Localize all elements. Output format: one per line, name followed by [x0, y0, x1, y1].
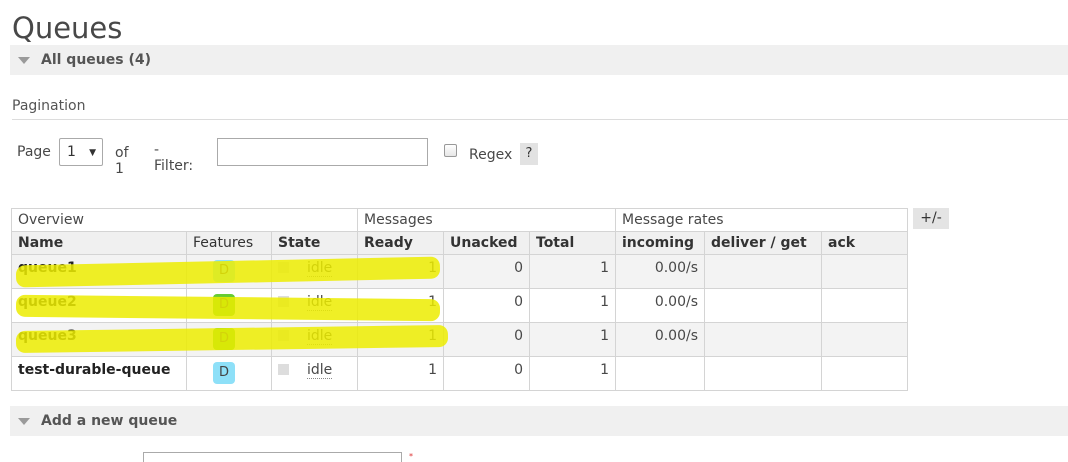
durable-badge[interactable]: D [213, 294, 235, 316]
ready-cell: 1 [357, 288, 444, 323]
total-cell: 1 [529, 322, 616, 357]
state-square-icon [278, 262, 289, 273]
state-text[interactable]: idle [307, 362, 333, 379]
features-cell: D [186, 254, 272, 289]
col-ready[interactable]: Ready [357, 231, 444, 255]
queues-table: Overview Messages Message rates Name Fea… [11, 208, 908, 391]
filter-input[interactable] [217, 138, 428, 166]
triangle-down-icon [18, 56, 30, 64]
deliver-get-cell [704, 322, 822, 357]
pagination-title: Pagination [12, 98, 86, 114]
state-text[interactable]: idle [307, 294, 333, 311]
col-deliver-get[interactable]: deliver / get [704, 231, 822, 255]
incoming-cell [615, 356, 705, 391]
total-cell: 1 [529, 254, 616, 289]
caret-down-icon: ▼ [89, 148, 96, 158]
col-state[interactable]: State [271, 231, 358, 255]
deliver-get-cell [704, 356, 822, 391]
features-cell: D [186, 322, 272, 357]
total-cell: 1 [529, 356, 616, 391]
state-cell: idle [271, 254, 358, 289]
incoming-cell: 0.00/s [615, 322, 705, 357]
page-label: Page [17, 144, 51, 160]
state-cell: idle [271, 288, 358, 323]
durable-badge[interactable]: D [213, 328, 235, 350]
page-title: Queues [12, 11, 123, 45]
col-incoming[interactable]: incoming [615, 231, 705, 255]
col-unacked[interactable]: Unacked [443, 231, 530, 255]
ready-cell: 1 [357, 356, 444, 391]
incoming-cell: 0.00/s [615, 288, 705, 323]
queue-name-link[interactable]: queue3 [11, 322, 187, 357]
page-select[interactable]: 1 ▼ [59, 138, 103, 166]
state-square-icon [278, 296, 289, 307]
state-square-icon [278, 364, 289, 375]
state-square-icon [278, 330, 289, 341]
column-toggle-button[interactable]: +/- [913, 208, 949, 229]
regex-label: Regex [469, 147, 513, 163]
regex-help-button[interactable]: ? [520, 143, 538, 165]
ack-cell [821, 288, 908, 323]
unacked-cell: 0 [443, 322, 530, 357]
state-cell: idle [271, 322, 358, 357]
queue-name-link[interactable]: queue2 [11, 288, 187, 323]
features-cell: D [186, 288, 272, 323]
unacked-cell: 0 [443, 356, 530, 391]
add-queue-section-header[interactable]: Add a new queue [10, 406, 1068, 436]
group-message-rates: Message rates [615, 208, 908, 232]
regex-checkbox[interactable] [444, 144, 457, 157]
features-cell: D [186, 356, 272, 391]
table-row: queue3 D idle 1 0 1 0.00/s [11, 322, 908, 357]
table-row: test-durable-queue D idle 1 0 1 [11, 356, 908, 391]
unacked-cell: 0 [443, 254, 530, 289]
ack-cell [821, 356, 908, 391]
queue-name-link[interactable]: test-durable-queue [11, 356, 187, 391]
durable-badge[interactable]: D [213, 362, 235, 384]
filter-label: - Filter: [154, 142, 194, 174]
triangle-down-icon [18, 417, 30, 425]
add-queue-label: Add a new queue [41, 413, 178, 429]
deliver-get-cell [704, 288, 822, 323]
ack-cell [821, 322, 908, 357]
col-features: Features [186, 231, 272, 255]
page-count-label: of 1 [115, 145, 129, 177]
all-queues-label: All queues (4) [41, 52, 151, 68]
incoming-cell: 0.00/s [615, 254, 705, 289]
unacked-cell: 0 [443, 288, 530, 323]
queue-name-link[interactable]: queue1 [11, 254, 187, 289]
col-ack[interactable]: ack [821, 231, 908, 255]
col-name[interactable]: Name [11, 231, 187, 255]
ack-cell [821, 254, 908, 289]
table-row: queue2 D idle 1 0 1 0.00/s [11, 288, 908, 323]
state-cell: idle [271, 356, 358, 391]
deliver-get-cell [704, 254, 822, 289]
table-row: queue1 D idle 1 0 1 0.00/s [11, 254, 908, 289]
group-messages: Messages [357, 208, 616, 232]
page-select-value: 1 [67, 144, 76, 160]
durable-badge[interactable]: D [213, 260, 235, 282]
pagination-divider [12, 119, 1068, 120]
group-overview: Overview [11, 208, 358, 232]
ready-cell: 1 [357, 322, 444, 357]
queue-name-input[interactable] [143, 452, 402, 462]
ready-cell: 1 [357, 254, 444, 289]
state-text[interactable]: idle [307, 260, 333, 277]
state-text[interactable]: idle [307, 328, 333, 345]
all-queues-section-header[interactable]: All queues (4) [10, 45, 1068, 75]
total-cell: 1 [529, 288, 616, 323]
col-total[interactable]: Total [529, 231, 616, 255]
